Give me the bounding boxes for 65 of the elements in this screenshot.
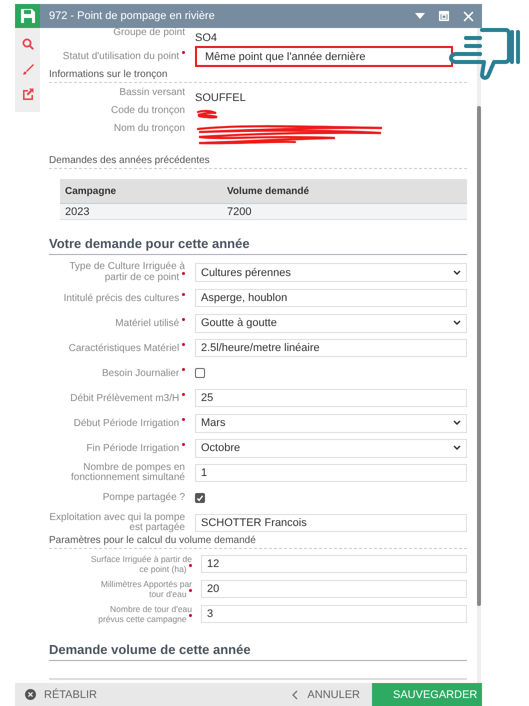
chevron-left-icon [292,690,298,700]
chevron-down-icon[interactable] [453,320,461,326]
text-field[interactable]: 25 [195,389,467,407]
column-header: Campagne [64,186,118,196]
dropdown-field[interactable]: Octobre [195,438,467,458]
field-label: Nombre de tour d'eau prévus cette campagne [97,604,192,624]
field-label: Code du tronçon [110,106,185,116]
restore-icon[interactable] [439,11,449,21]
section-heading: Demande volume de cette année [49,642,467,661]
field-label: Besoin Journalier [49,368,185,378]
scribble-drawing [195,109,219,119]
field-label: Nom du tronçon [112,124,185,134]
caret-down-icon[interactable] [415,13,425,19]
text-field[interactable]: 20 [201,580,467,598]
field-label: Nombre de pompes en fonctionnement simultané [70,463,185,483]
field-label: Surface Irriguée à partir de ce point (ha) [90,554,192,574]
cancel-button[interactable]: ANNULER [282,683,372,706]
window-title: 972 - Point de pompage en rivière [49,10,216,22]
field-label: Débit Prélèvement m3/H [49,392,185,404]
text-field[interactable]: Même point que l'année dernière [195,46,453,67]
hand-pointer-icon [448,26,520,80]
checkbox[interactable] [195,493,205,503]
dropdown-field[interactable]: Cultures pérennes [195,263,467,282]
section-heading: Demandes des années précédentes [49,155,467,169]
reset-button[interactable]: RÉTABLIR [15,683,107,706]
field-label: Début Période Irrigation [49,418,185,428]
chevron-down-icon[interactable] [453,270,461,276]
dropdown-field[interactable]: Mars [195,414,467,432]
field-label: Millimètres Apportés par tour d'eau [100,580,192,598]
checkbox[interactable] [195,368,205,378]
close-icon[interactable] [463,10,474,22]
brush-icon[interactable] [22,63,34,75]
close-circle-icon [25,689,36,700]
table-cell-text: 7200 [226,206,252,218]
chevron-down-icon[interactable] [453,445,461,451]
table-cell-text: 2023 [64,206,90,218]
field-label: Groupe de point [112,28,185,38]
chevron-down-icon[interactable] [453,420,461,426]
field-value: SOUFFEL [195,92,246,104]
field-label: Pompe partagée ? [102,493,185,503]
field-label: Type de Culture Irriguée à partir de ce point [68,262,185,283]
section-heading: Paramètres pour le calcul du volume demandé [49,535,467,549]
text-field[interactable]: 12 [201,555,467,573]
dropdown-field[interactable]: Goutte à goutte [195,314,467,332]
text-field[interactable]: SCHOTTER Francois [195,514,467,532]
field-label: Matériel utilisé [49,318,185,328]
scrollbar[interactable] [477,28,481,683]
field-label: Caractéristiques Matériel [49,342,185,354]
field-label: Intitulé précis des cultures [49,292,185,304]
field-value: SO4 [195,32,218,44]
field-label: Fin Période Irrigation [49,442,185,454]
column-header: Volume demandé [226,186,310,196]
text-field[interactable]: Asperge, houblon [195,289,467,307]
field-label: Bassin versant [118,88,185,98]
field-label: Exploitation avec qui la pompe est partagée [49,513,185,533]
save-icon[interactable] [15,4,40,28]
section-heading: Informations sur le tronçon [49,69,467,83]
text-field[interactable]: 3 [201,605,467,623]
search-icon[interactable] [22,38,34,50]
text-field[interactable]: 2.5l/heure/metre linéaire [195,339,467,357]
section-heading: Votre demande pour cette année [49,236,467,255]
external-link-icon[interactable] [22,88,34,100]
text-field[interactable]: 1 [195,464,467,482]
scrollbar-thumb[interactable] [477,106,481,606]
field-label: Statut d'utilisation du point [49,51,185,62]
